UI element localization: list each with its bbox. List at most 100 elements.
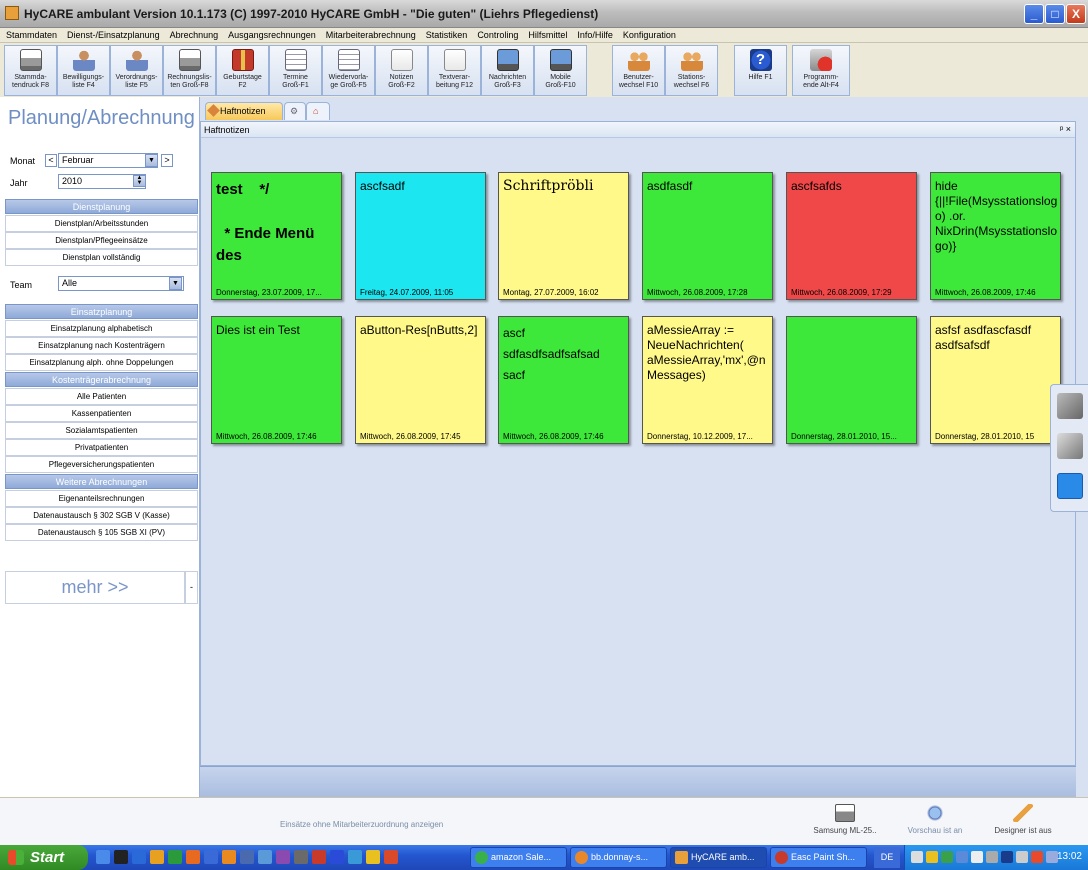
more-button[interactable]: mehr >> [5, 571, 185, 604]
nav-einsatzplanung-kostentraeger[interactable]: Einsatzplanung nach Kostenträgern [5, 337, 198, 354]
sticky-note[interactable]: Donnerstag, 28.01.2010, 15... [786, 316, 917, 444]
unassigned-assignments-link[interactable]: Einsätze ohne Mitarbeiterzuordnung anzei… [280, 820, 443, 829]
team-select[interactable]: Alle [58, 276, 184, 291]
menu-konfiguration[interactable]: Konfiguration [617, 28, 680, 40]
toolbar-geburtstage-button[interactable]: Geburtstage F2 [216, 45, 269, 96]
nav-kassenpatienten[interactable]: Kassenpatienten [5, 405, 198, 422]
nav-sozialamtspatienten[interactable]: Sozialamtspatienten [5, 422, 198, 439]
close-button[interactable]: X [1066, 4, 1086, 24]
menu-statistiken[interactable]: Statistiken [420, 28, 472, 40]
quicklaunch-icon[interactable] [330, 850, 344, 864]
toolbar-stammdatendruck-button[interactable]: Stammda- tendruck F8 [4, 45, 57, 96]
toolbar-nachrichten-button[interactable]: Nachrichten Groß-F3 [481, 45, 534, 96]
month-prev-button[interactable]: < [45, 154, 57, 167]
maximize-button[interactable]: □ [1045, 4, 1065, 24]
tray-icon[interactable] [1031, 851, 1043, 863]
sticky-note[interactable]: ascfsadf Freitag, 24.07.2009, 11:05 [355, 172, 486, 300]
sticky-note[interactable]: hide {||!File(Msysstationslogo) .or. Nix… [930, 172, 1061, 300]
nav-privatpatienten[interactable]: Privatpatienten [5, 439, 198, 456]
month-next-button[interactable]: > [161, 154, 173, 167]
tab-home[interactable]: ⌂ [306, 102, 330, 120]
quicklaunch-icon[interactable] [186, 850, 200, 864]
quicklaunch-icon[interactable] [204, 850, 218, 864]
toolbar-stationswechsel-button[interactable]: Stations- wechsel F6 [665, 45, 718, 96]
warning-icon[interactable] [926, 851, 938, 863]
tray-icon[interactable] [1001, 851, 1013, 863]
language-indicator[interactable]: DE [874, 847, 900, 868]
quicklaunch-icon[interactable] [168, 850, 182, 864]
tray-icon[interactable] [986, 851, 998, 863]
sticky-note[interactable]: test */ * Ende Menü des Donnerstag, 23.07… [211, 172, 342, 300]
telephone-icon[interactable] [1057, 393, 1083, 419]
toolbar-textverarbeitung-button[interactable]: Textverar- beitung F12 [428, 45, 481, 96]
chevron-down-icon[interactable]: ▼ [145, 154, 158, 167]
tray-icon[interactable] [971, 851, 983, 863]
toolbar-bewilligungsliste-button[interactable]: Bewilligungs- liste F4 [57, 45, 110, 96]
designer-status[interactable]: Designer ist aus [988, 804, 1058, 835]
quicklaunch-icon[interactable] [348, 850, 362, 864]
quicklaunch-icon[interactable] [294, 850, 308, 864]
nav-alle-patienten[interactable]: Alle Patienten [5, 388, 198, 405]
sticky-note[interactable]: aMessieArray := NeueNachrichten( aMessie… [642, 316, 773, 444]
nav-datenaustausch-105[interactable]: Datenaustausch § 105 SGB XI (PV) [5, 524, 198, 541]
phone-book-icon[interactable] [1057, 433, 1083, 459]
menu-ausgangsrechnungen[interactable]: Ausgangsrechnungen [222, 28, 320, 40]
toolbar-termine-button[interactable]: Termine Groß-F1 [269, 45, 322, 96]
volume-icon[interactable] [1016, 851, 1028, 863]
spinner-arrows-icon[interactable]: ▲ ▼ [133, 175, 146, 187]
taskbar-task[interactable]: Easc Paint Sh... [770, 847, 867, 868]
quicklaunch-icon[interactable] [258, 850, 272, 864]
tab-settings[interactable]: ⚙ [284, 102, 306, 120]
menu-abrechnung[interactable]: Abrechnung [164, 28, 223, 40]
nav-dienstplan-vollstaendig[interactable]: Dienstplan vollständig [5, 249, 198, 266]
taskbar-task[interactable]: amazon Sale... [470, 847, 567, 868]
sticky-note[interactable]: ascf sdfasdfsadfsafsad sacf Mittwoch, 26.… [498, 316, 629, 444]
sticky-note[interactable]: asdfasdf Mittwoch, 26.08.2009, 17:28 [642, 172, 773, 300]
menu-mitarbeiterabrechnung[interactable]: Mitarbeiterabrechnung [320, 28, 420, 40]
toolbar-mobile-button[interactable]: Mobile Groß-F10 [534, 45, 587, 96]
menu-stammdaten[interactable]: Stammdaten [0, 28, 61, 40]
sticky-note[interactable]: Schriftpröbli Montag, 27.07.2009, 16:02 [498, 172, 629, 300]
menu-hilfsmittel[interactable]: Hilfsmittel [522, 28, 571, 40]
quicklaunch-icon[interactable] [114, 850, 128, 864]
nav-dienstplan-pflegeeinsaetze[interactable]: Dienstplan/Pflegeeinsätze [5, 232, 198, 249]
quicklaunch-icon[interactable] [222, 850, 236, 864]
tray-icon[interactable] [941, 851, 953, 863]
tab-haftnotizen[interactable]: Haftnotizen [205, 102, 283, 120]
start-button[interactable]: Start [0, 845, 88, 870]
menu-controling[interactable]: Controling [471, 28, 522, 40]
quicklaunch-icon[interactable] [150, 850, 164, 864]
preview-status[interactable]: Vorschau ist an [900, 804, 970, 835]
toolbar-notizen-button[interactable]: Notizen Groß-F2 [375, 45, 428, 96]
quicklaunch-icon[interactable] [240, 850, 254, 864]
taskbar-task-active[interactable]: HyCARE amb... [670, 847, 767, 868]
toolbar-verordnungsliste-button[interactable]: Verordnungs- liste F5 [110, 45, 163, 96]
toolbar-benutzerwechsel-button[interactable]: Benutzer- wechsel F10 [612, 45, 665, 96]
quicklaunch-icon[interactable] [312, 850, 326, 864]
quicklaunch-icon[interactable] [276, 850, 290, 864]
quicklaunch-icon[interactable] [384, 850, 398, 864]
toolbar-hilfe-button[interactable]: ? Hilfe F1 [734, 45, 787, 96]
nav-einsatzplanung-alphabetisch[interactable]: Einsatzplanung alphabetisch [5, 320, 198, 337]
taskbar-task[interactable]: bb.donnay-s... [570, 847, 667, 868]
nav-einsatzplanung-ohne-doppelungen[interactable]: Einsatzplanung alph. ohne Doppelungen [5, 354, 198, 371]
toolbar-wiedervorlage-button[interactable]: Wiedervorla- ge Groß-F5 [322, 45, 375, 96]
menu-dienst-einsatzplanung[interactable]: Dienst-/Einsatzplanung [61, 28, 164, 40]
quicklaunch-icon[interactable] [132, 850, 146, 864]
sticky-note[interactable]: ascfsafds Mittwoch, 26.08.2009, 17:29 [786, 172, 917, 300]
toolbar-programmende-button[interactable]: Programm- ende Alt-F4 [792, 45, 850, 96]
month-select[interactable]: Februar [58, 153, 158, 168]
quicklaunch-icon[interactable] [366, 850, 380, 864]
toolbar-rechnungslisten-button[interactable]: Rechnungslis- ten Groß-F8 [163, 45, 216, 96]
sticky-note[interactable]: aButton-Res[nButts,2] Mittwoch, 26.08.200… [355, 316, 486, 444]
chat-bubble-icon[interactable] [1057, 473, 1083, 499]
nav-pflegeversicherungspatienten[interactable]: Pflegeversicherungspatienten [5, 456, 198, 473]
tray-icon[interactable] [911, 851, 923, 863]
nav-datenaustausch-302[interactable]: Datenaustausch § 302 SGB V (Kasse) [5, 507, 198, 524]
menu-info-hilfe[interactable]: Info/Hilfe [571, 28, 617, 40]
printer-status[interactable]: Samsung ML-25.. [810, 804, 880, 835]
quicklaunch-icon[interactable] [96, 850, 110, 864]
chevron-down-icon[interactable]: ▼ [169, 277, 182, 290]
tray-icon[interactable] [956, 851, 968, 863]
sticky-note[interactable]: Dies ist ein Test Mittwoch, 26.08.2009, 1… [211, 316, 342, 444]
